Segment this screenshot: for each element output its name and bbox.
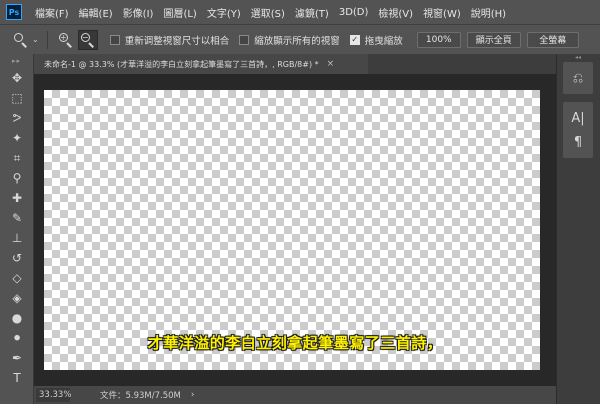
zoom-in-button[interactable]: + <box>56 30 76 50</box>
menu-select[interactable]: 選取(S) <box>246 5 290 20</box>
scrubby-zoom-checkbox[interactable]: ✓ 拖曳縮放 <box>349 33 403 47</box>
zoom-all-windows-checkbox[interactable]: 縮放顯示所有的視窗 <box>239 33 340 47</box>
checkbox-box <box>239 34 250 45</box>
marquee-tool-icon[interactable]: ⬚ <box>0 88 34 108</box>
options-bar: ⌄ + − 重新调整視窗尺寸以相合 縮放顯示所有的視窗 ✓ 拖曳縮放 100% … <box>0 24 600 54</box>
right-panel-dock: ◂◂ ⎌ A| ¶ <box>556 54 600 404</box>
history-brush-tool-icon[interactable]: ↺ <box>0 248 34 268</box>
history-icon[interactable]: ⎌ <box>563 66 593 90</box>
zoom-level-field[interactable]: 33.33% <box>36 388 71 402</box>
lasso-tool-icon[interactable]: ᕗ <box>0 108 34 128</box>
status-bar: 33.33% 文件：5.93M/7.50M › <box>34 386 556 404</box>
paint-bucket-tool-icon[interactable]: ◈ <box>0 288 34 308</box>
resize-windows-label: 重新调整視窗尺寸以相合 <box>124 35 230 47</box>
type-panel-group: A| ¶ <box>563 102 593 158</box>
panel-grip-icon[interactable]: ◂◂ <box>563 55 593 61</box>
document-tab-bar: 未命名-1 @ 33.3% (才華洋溢的李白立刻拿起筆墨寫了三首詩，, RGB/… <box>34 54 556 74</box>
fit-screen-button[interactable]: 顯示全頁 <box>466 31 521 48</box>
menu-edit[interactable]: 編輯(E) <box>74 5 118 20</box>
character-panel-icon[interactable]: A| <box>563 106 593 130</box>
chevron-right-icon[interactable]: › <box>191 390 195 400</box>
tool-preset-picker[interactable]: ⌄ <box>14 32 39 48</box>
paragraph-panel-icon[interactable]: ¶ <box>563 130 593 154</box>
eraser-tool-icon[interactable]: ◇ <box>0 268 34 288</box>
photoshop-logo-icon: Ps <box>6 4 22 20</box>
menu-window[interactable]: 視窗(W) <box>418 5 466 20</box>
dodge-tool-icon[interactable]: ⚫ <box>0 328 34 348</box>
menu-image[interactable]: 影像(I) <box>118 5 159 20</box>
zoom-in-icon: + <box>58 32 73 48</box>
subtitle-text: 才華洋溢的李白立刻拿起筆墨寫了三首詩， <box>147 334 443 352</box>
chevron-down-icon: ⌄ <box>32 35 39 44</box>
zoom-100-button[interactable]: 100% <box>416 31 461 48</box>
fill-screen-button[interactable]: 全螢幕 <box>526 31 579 48</box>
brush-tool-icon[interactable]: ✎ <box>0 208 34 228</box>
menu-layer[interactable]: 圖層(L) <box>158 5 201 20</box>
move-tool-icon[interactable]: ✥ <box>0 68 34 88</box>
resize-windows-checkbox[interactable]: 重新调整視窗尺寸以相合 <box>109 33 230 47</box>
document-tab-title: 未命名-1 @ 33.3% (才華洋溢的李白立刻拿起筆墨寫了三首詩，, RGB/… <box>44 59 319 69</box>
file-size-info: 文件：5.93M/7.50M <box>100 391 181 401</box>
zoom-all-windows-label: 縮放顯示所有的視窗 <box>254 35 340 47</box>
healing-brush-tool-icon[interactable]: ✚ <box>0 188 34 208</box>
checkbox-box <box>109 34 120 45</box>
menu-file[interactable]: 檔案(F) <box>30 5 74 20</box>
zoom-tool-icon <box>14 32 28 48</box>
divider <box>46 30 48 49</box>
crop-tool-icon[interactable]: ⌗ <box>0 148 34 168</box>
document-tab[interactable]: 未命名-1 @ 33.3% (才華洋溢的李白立刻拿起筆墨寫了三首詩，, RGB/… <box>34 54 368 74</box>
transparent-canvas[interactable] <box>44 90 540 370</box>
history-panel-group: ⎌ <box>563 62 593 94</box>
eyedropper-tool-icon[interactable]: ⚲ <box>0 168 34 188</box>
pen-tool-icon[interactable]: ✒ <box>0 348 34 368</box>
menu-3d[interactable]: 3D(D) <box>334 7 374 18</box>
scrubby-zoom-label: 拖曳縮放 <box>364 35 403 47</box>
magic-wand-tool-icon[interactable]: ✦ <box>0 128 34 148</box>
blur-tool-icon[interactable]: ● <box>0 308 34 328</box>
checkmark-icon: ✓ <box>349 34 360 45</box>
tools-panel: ▸▸ ✥ ⬚ ᕗ ✦ ⌗ ⚲ ✚ ✎ ⊥ ↺ ◇ ◈ ● ⚫ ✒ T <box>0 54 34 404</box>
close-icon[interactable]: × <box>327 59 335 69</box>
clone-stamp-tool-icon[interactable]: ⊥ <box>0 228 34 248</box>
zoom-out-icon: − <box>80 32 95 48</box>
canvas-workspace[interactable]: 才華洋溢的李白立刻拿起筆墨寫了三首詩， <box>34 74 556 386</box>
menu-type[interactable]: 文字(Y) <box>202 5 246 20</box>
zoom-out-button[interactable]: − <box>77 29 98 50</box>
menu-help[interactable]: 說明(H) <box>466 5 511 20</box>
menu-bar: Ps 檔案(F) 編輯(E) 影像(I) 圖層(L) 文字(Y) 選取(S) 濾… <box>0 0 600 24</box>
menu-view[interactable]: 檢視(V) <box>373 5 418 20</box>
panel-collapse-icon[interactable]: ▸▸ <box>0 54 33 68</box>
type-tool-icon[interactable]: T <box>0 368 34 388</box>
menu-filter[interactable]: 濾鏡(T) <box>290 5 334 20</box>
